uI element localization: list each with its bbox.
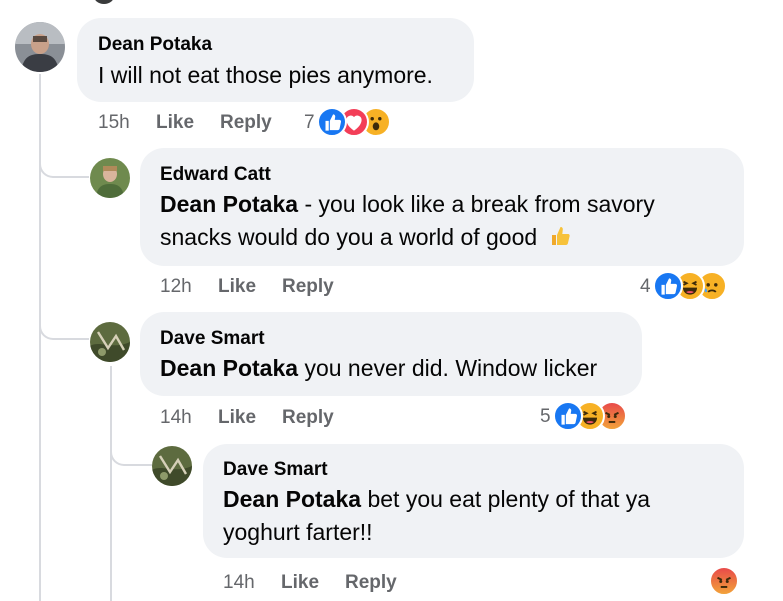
thread-line-nested <box>110 366 112 601</box>
comment-timestamp[interactable]: 14h <box>160 407 192 429</box>
comment-text-line-2: yoghurt farter!! <box>223 519 373 545</box>
avatar[interactable] <box>15 22 65 72</box>
comment-text: Dean Potaka - you look like a break from… <box>160 188 655 254</box>
like-button[interactable]: Like <box>218 407 256 429</box>
comment-text-line-1: - you look like a break from savory <box>298 191 655 217</box>
thread-connector-reply-1 <box>39 140 89 178</box>
profile-photo-dave <box>152 446 192 486</box>
comment-timestamp[interactable]: 12h <box>160 276 192 298</box>
comment-actions: 14h Like Reply <box>223 572 413 596</box>
reaction-summary[interactable]: 4 <box>640 271 744 303</box>
reaction-count: 7 <box>304 112 315 133</box>
avatar[interactable] <box>152 446 192 486</box>
reaction-summary[interactable]: 5 <box>540 401 644 433</box>
comment-bubble[interactable]: Dave Smart Dean Potaka you never did. Wi… <box>140 312 642 396</box>
comment-actions: 15h Like Reply <box>98 112 278 136</box>
comment-text: Dean Potaka bet you eat plenty of that y… <box>223 483 650 549</box>
avatar[interactable] <box>90 322 130 362</box>
reply-button[interactable]: Reply <box>220 112 272 134</box>
reply-button[interactable]: Reply <box>345 572 397 594</box>
previous-avatar-partial <box>93 0 115 4</box>
comment-actions: 14h Like Reply <box>160 407 350 431</box>
comment-bubble[interactable]: Edward Catt Dean Potaka - you look like … <box>140 148 744 266</box>
reply-button[interactable]: Reply <box>282 407 334 429</box>
thumbs-up-emoji-icon <box>551 227 570 245</box>
profile-photo-edward <box>90 158 130 198</box>
thread-connector-reply-3 <box>110 430 152 466</box>
comment-bubble[interactable]: Dean Potaka I will not eat those pies an… <box>77 18 474 102</box>
comment-timestamp[interactable]: 14h <box>223 572 255 594</box>
mention-link[interactable]: Dean Potaka <box>160 191 298 217</box>
profile-photo-dave <box>90 322 130 362</box>
reaction-count: 5 <box>540 406 551 427</box>
comment-text-line-1: bet you eat plenty of that ya <box>361 486 651 512</box>
reaction-count: 4 <box>640 276 651 297</box>
like-icon <box>553 401 583 431</box>
comment-text-line-2: snacks would do you a world of good <box>160 224 538 250</box>
comment-text-body: you never did. Window licker <box>298 355 598 381</box>
comment-text: I will not eat those pies anymore. <box>98 62 433 88</box>
mention-link[interactable]: Dean Potaka <box>223 486 361 512</box>
comment-timestamp[interactable]: 15h <box>98 112 130 134</box>
comment-author[interactable]: Edward Catt <box>160 164 271 186</box>
comment-text: Dean Potaka you never did. Window licker <box>160 352 597 385</box>
comment-author[interactable]: Dave Smart <box>160 328 265 350</box>
like-icon <box>653 271 683 301</box>
thread-connector-reply-2 <box>39 300 89 340</box>
like-icon <box>317 107 347 137</box>
reaction-summary[interactable] <box>709 566 743 598</box>
comment-bubble[interactable]: Dave Smart Dean Potaka bet you eat plent… <box>203 444 744 558</box>
comment-author[interactable]: Dean Potaka <box>98 34 212 56</box>
reaction-summary[interactable]: 7 <box>304 107 404 139</box>
mention-link[interactable]: Dean Potaka <box>160 355 298 381</box>
reply-button[interactable]: Reply <box>282 276 334 298</box>
like-button[interactable]: Like <box>218 276 256 298</box>
like-button[interactable]: Like <box>156 112 194 134</box>
profile-photo-dean <box>15 22 65 72</box>
avatar[interactable] <box>90 158 130 198</box>
comment-author[interactable]: Dave Smart <box>223 459 328 481</box>
comment-actions: 12h Like Reply <box>160 276 350 300</box>
angry-icon <box>709 566 739 596</box>
like-button[interactable]: Like <box>281 572 319 594</box>
